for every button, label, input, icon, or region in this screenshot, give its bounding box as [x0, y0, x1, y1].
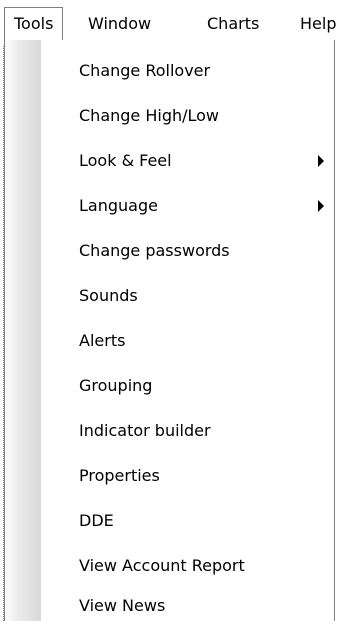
menu-item-change-high-low[interactable]: Change High/Low [41, 95, 331, 137]
menu-item-label: Grouping [79, 376, 153, 395]
menu-item-properties[interactable]: Properties [41, 455, 331, 497]
tools-dropdown-menu: Change Rollover Change High/Low Look & F… [4, 40, 335, 621]
menu-item-label: Language [79, 196, 158, 215]
menu-item-label: View News [79, 596, 166, 615]
menu-item-sounds[interactable]: Sounds [41, 275, 331, 317]
menu-item-label: Indicator builder [79, 421, 211, 440]
menu-item-grouping[interactable]: Grouping [41, 365, 331, 407]
menu-help[interactable]: Help [300, 7, 336, 40]
menu-item-label: Change High/Low [79, 106, 220, 125]
menu-item-label: Sounds [79, 286, 138, 305]
menu-item-change-rollover[interactable]: Change Rollover [41, 50, 331, 92]
menu-item-look-and-feel[interactable]: Look & Feel [41, 140, 331, 182]
menu-item-alerts[interactable]: Alerts [41, 320, 331, 362]
menu-tools[interactable]: Tools [4, 7, 64, 40]
menu-item-label: View Account Report [79, 556, 245, 575]
menu-window[interactable]: Window [88, 7, 151, 40]
menu-item-label: Change Rollover [79, 61, 211, 80]
menu-item-dde[interactable]: DDE [41, 500, 331, 542]
menu-item-label: DDE [79, 511, 114, 530]
menu-item-view-account-report[interactable]: View Account Report [41, 545, 331, 587]
chevron-right-icon [318, 200, 324, 212]
menu-item-change-passwords[interactable]: Change passwords [41, 230, 331, 272]
menu-item-label: Properties [79, 466, 160, 485]
menu-bar: Tools Window Charts Help [0, 0, 345, 45]
menu-item-indicator-builder[interactable]: Indicator builder [41, 410, 331, 452]
menu-icon-gutter [5, 40, 41, 621]
chevron-right-icon [318, 155, 324, 167]
menu-item-language[interactable]: Language [41, 185, 331, 227]
menu-charts[interactable]: Charts [207, 7, 259, 40]
menu-item-label: Alerts [79, 331, 126, 350]
menu-item-label: Change passwords [79, 241, 230, 260]
menu-item-view-news[interactable]: View News [41, 585, 331, 621]
menu-item-label: Look & Feel [79, 151, 172, 170]
